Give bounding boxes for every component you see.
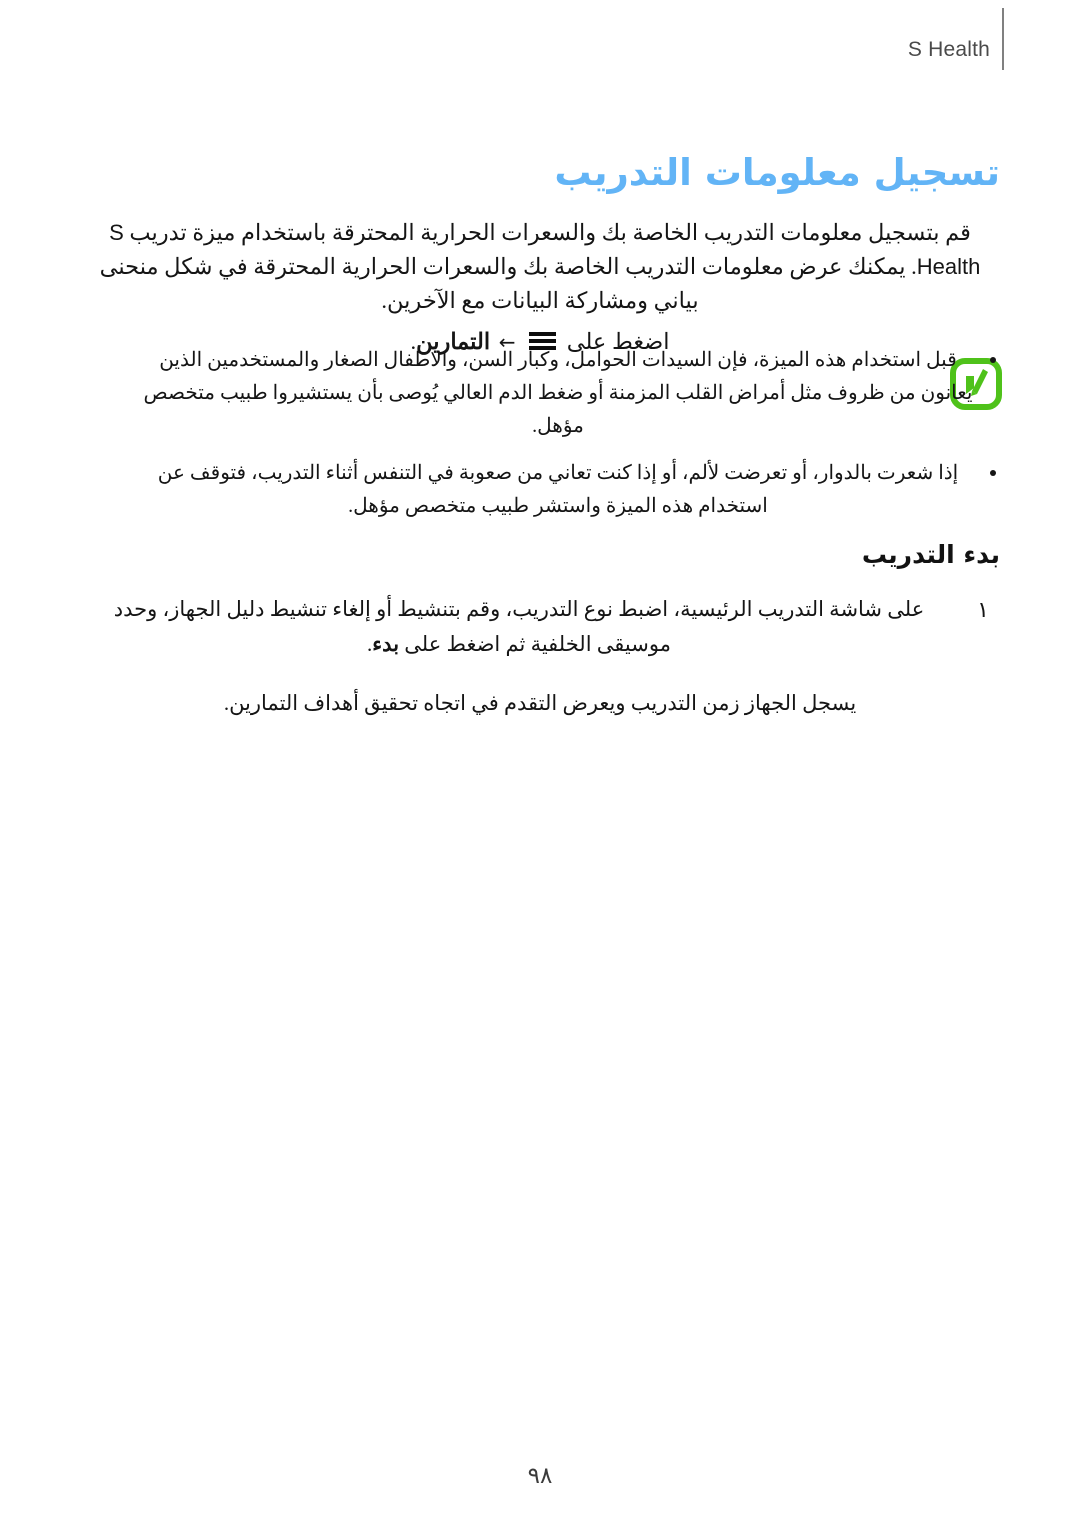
note-callout: قبل استخدام هذه الميزة، فإن السيدات الحو… (80, 344, 1002, 537)
step-number: ١ (977, 597, 989, 622)
bullet-dot-icon (990, 470, 996, 476)
intro-text-before-brand: قم بتسجيل معلومات التدريب الخاصة بك والس… (123, 219, 971, 245)
closing-note-paragraph: يسجل الجهاز زمن التدريب ويعرض التقدم في … (223, 691, 857, 715)
note-bullet-item: قبل استخدام هذه الميزة، فإن السيدات الحو… (142, 344, 1000, 443)
step-item: ١ على شاشة التدريب الرئيسية، اضبط نوع ال… (80, 592, 1000, 662)
note-bullet-text: قبل استخدام هذه الميزة، فإن السيدات الحو… (143, 349, 973, 437)
note-bullet-list: قبل استخدام هذه الميزة، فإن السيدات الحو… (142, 344, 1000, 523)
step-bold-term: بدء (372, 632, 400, 656)
intro-paragraph: قم بتسجيل معلومات التدريب الخاصة بك والس… (80, 216, 1000, 318)
bullet-dot-icon (990, 357, 996, 363)
step-text-before-bold: على شاشة التدريب الرئيسية، اضبط نوع التد… (113, 597, 925, 656)
page-title: تسجيل معلومات التدريب (554, 150, 1000, 194)
document-page: S Health تسجيل معلومات التدريب قم بتسجيل… (0, 0, 1080, 1527)
note-bullet-item: إذا شعرت بالدوار، أو تعرضت لألم، أو إذا … (142, 457, 1000, 523)
page-header: S Health (0, 0, 1080, 78)
page-number: ٩٨ (527, 1463, 553, 1489)
numbered-step-list: ١ على شاشة التدريب الرئيسية، اضبط نوع ال… (80, 592, 1000, 662)
header-divider-rule (1002, 8, 1004, 70)
note-bullet-text: إذا شعرت بالدوار، أو تعرضت لألم، أو إذا … (157, 462, 959, 517)
intro-text-after-brand: . يمكنك عرض معلومات التدريب الخاصة بك وا… (99, 253, 917, 313)
header-section-title: S Health (907, 38, 990, 61)
section-subheading: بدء التدريب (861, 539, 1000, 569)
